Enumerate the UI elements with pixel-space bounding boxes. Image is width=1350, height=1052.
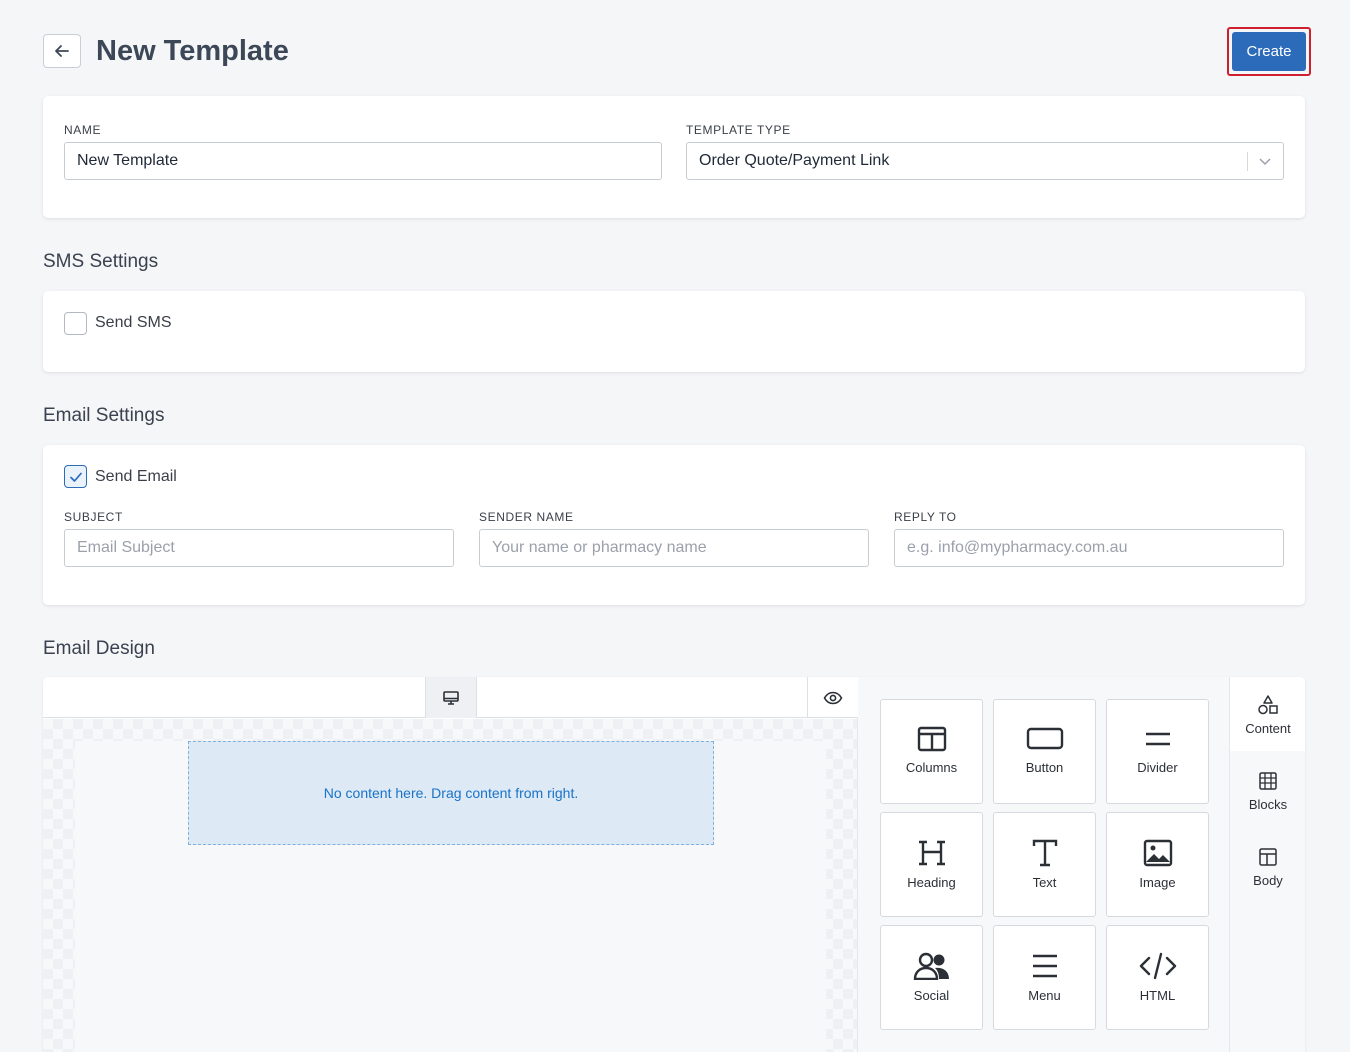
email-settings-title: Email Settings bbox=[43, 405, 165, 426]
tool-label: HTML bbox=[1139, 988, 1176, 1003]
email-design-title: Email Design bbox=[43, 638, 155, 659]
sender-name-label: SENDER NAME bbox=[479, 510, 574, 524]
reply-to-label: REPLY TO bbox=[894, 510, 957, 524]
send-sms-label[interactable]: Send SMS bbox=[95, 314, 171, 332]
layout-icon bbox=[1259, 848, 1277, 866]
tab-blocks[interactable]: Blocks bbox=[1230, 753, 1305, 827]
chevron-down-icon bbox=[1259, 158, 1271, 166]
tool-html[interactable]: HTML bbox=[1106, 925, 1209, 1030]
image-icon bbox=[1143, 839, 1172, 867]
tool-heading[interactable]: Heading bbox=[880, 812, 983, 917]
tool-social[interactable]: Social bbox=[880, 925, 983, 1030]
text-icon bbox=[1032, 839, 1057, 867]
tool-label: Social bbox=[913, 988, 950, 1003]
sender-name-input[interactable]: Your name or pharmacy name bbox=[479, 529, 869, 567]
email-settings-card: Send Email SUBJECT Email Subject SENDER … bbox=[43, 445, 1305, 605]
preview-button[interactable] bbox=[807, 677, 858, 718]
template-type-select[interactable]: Order Quote/Payment Link bbox=[686, 142, 1284, 180]
page-title: New Template bbox=[96, 35, 289, 67]
tab-content[interactable]: Content bbox=[1230, 677, 1305, 751]
drop-zone[interactable]: No content here. Drag content from right… bbox=[188, 741, 714, 845]
eye-icon bbox=[823, 691, 843, 704]
select-divider bbox=[1247, 152, 1248, 171]
tab-label: Body bbox=[1253, 873, 1283, 888]
send-sms-checkbox[interactable] bbox=[64, 312, 87, 335]
create-button[interactable]: Create bbox=[1232, 32, 1306, 71]
send-email-checkbox[interactable] bbox=[64, 465, 87, 488]
subject-input[interactable]: Email Subject bbox=[64, 529, 454, 567]
content-tools-panel: Columns Button Divider Heading Text Imag… bbox=[858, 677, 1229, 1052]
name-input[interactable]: New Template bbox=[64, 142, 662, 180]
tool-label: Menu bbox=[1028, 988, 1061, 1003]
tool-image[interactable]: Image bbox=[1106, 812, 1209, 917]
button-icon bbox=[1026, 727, 1063, 750]
heading-icon bbox=[918, 840, 945, 866]
canvas-toolbar bbox=[43, 677, 858, 718]
tool-button[interactable]: Button bbox=[993, 699, 1096, 804]
arrow-left-icon bbox=[55, 45, 69, 57]
shapes-icon bbox=[1258, 695, 1278, 715]
sms-settings-card: Send SMS bbox=[43, 291, 1305, 372]
tool-label: Image bbox=[1139, 875, 1176, 890]
tool-label: Divider bbox=[1137, 760, 1178, 775]
blocks-icon bbox=[1259, 772, 1277, 790]
menu-icon bbox=[1032, 954, 1057, 978]
editor-canvas-area: No content here. Drag content from right… bbox=[43, 677, 858, 1052]
tool-text[interactable]: Text bbox=[993, 812, 1096, 917]
back-button[interactable] bbox=[43, 34, 81, 68]
columns-icon bbox=[917, 726, 946, 752]
sms-settings-title: SMS Settings bbox=[43, 251, 159, 272]
email-body[interactable]: No content here. Drag content from right… bbox=[75, 741, 826, 1052]
template-type-label: TEMPLATE TYPE bbox=[686, 123, 791, 137]
tool-columns[interactable]: Columns bbox=[880, 699, 983, 804]
desktop-icon bbox=[443, 690, 459, 705]
canvas-background: No content here. Drag content from right… bbox=[43, 719, 857, 1052]
tab-label: Content bbox=[1245, 721, 1291, 736]
divider-icon bbox=[1145, 732, 1170, 746]
tool-label: Button bbox=[1025, 760, 1064, 775]
tool-menu[interactable]: Menu bbox=[993, 925, 1096, 1030]
name-label: NAME bbox=[64, 123, 102, 137]
page-header: New Template Create bbox=[43, 27, 1311, 76]
html-icon bbox=[1139, 952, 1176, 980]
desktop-view-button[interactable] bbox=[425, 677, 477, 718]
social-icon bbox=[913, 952, 949, 980]
tool-label: Text bbox=[1032, 875, 1057, 890]
tool-divider[interactable]: Divider bbox=[1106, 699, 1209, 804]
tab-body[interactable]: Body bbox=[1230, 829, 1305, 903]
reply-to-input[interactable]: e.g. info@mypharmacy.com.au bbox=[894, 529, 1284, 567]
tool-label: Columns bbox=[905, 760, 958, 775]
template-details-card: NAME New Template TEMPLATE TYPE Order Qu… bbox=[43, 96, 1305, 218]
tool-label: Heading bbox=[907, 875, 956, 890]
subject-label: SUBJECT bbox=[64, 510, 123, 524]
editor-tabs: Content Blocks Body bbox=[1229, 677, 1305, 1052]
send-email-label[interactable]: Send Email bbox=[95, 468, 177, 486]
email-editor: No content here. Drag content from right… bbox=[43, 677, 1305, 1052]
checkmark-icon bbox=[69, 472, 82, 482]
tab-label: Blocks bbox=[1248, 797, 1288, 812]
template-type-value: Order Quote/Payment Link bbox=[699, 152, 890, 169]
